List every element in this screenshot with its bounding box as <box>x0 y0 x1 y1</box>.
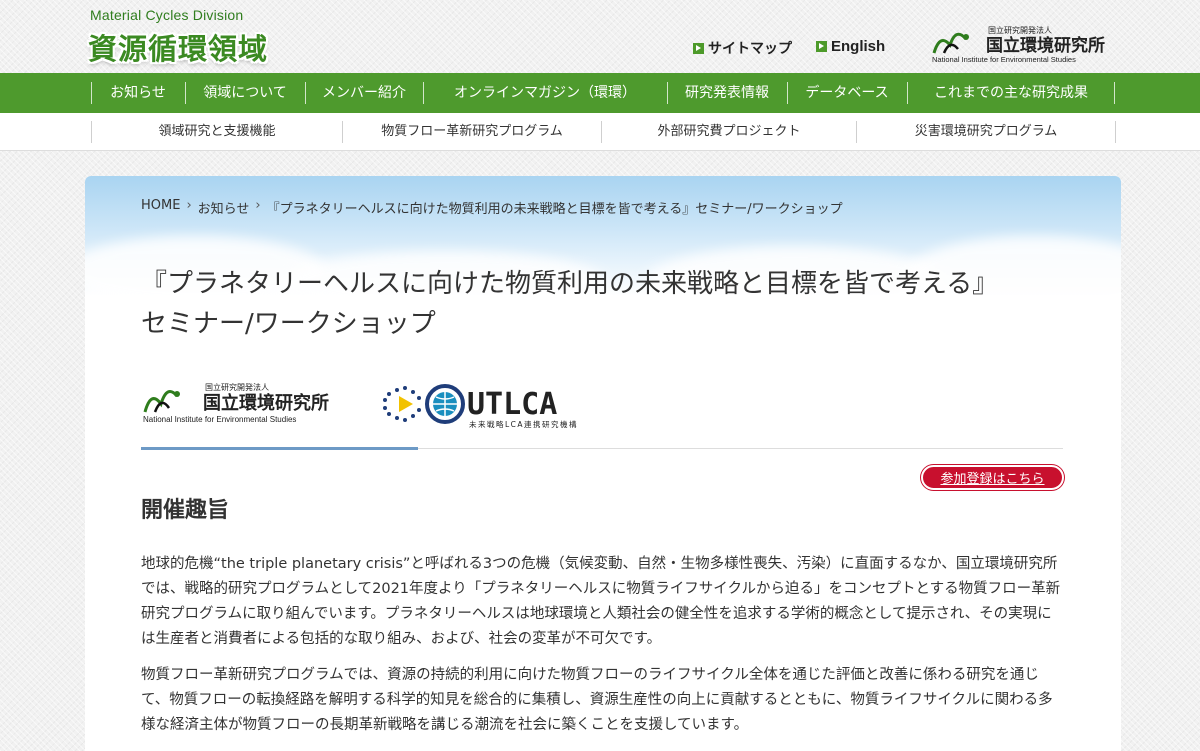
nav-item-news[interactable]: お知らせ <box>92 73 184 113</box>
site-subtitle: Material Cycles Division <box>90 7 244 23</box>
nies-logo-header[interactable]: 国立研究開発法人 国立環境研究所 National Institute for … <box>930 23 1120 65</box>
utlca-logo: UTLCA 未来戦略LCA連携研究機構 <box>383 384 578 429</box>
nav-item-database[interactable]: データベース <box>788 73 906 113</box>
utlca-name: UTLCA <box>467 387 557 422</box>
sitemap-link[interactable]: サイトマップ <box>693 38 792 58</box>
register-button[interactable]: 参加登録はこちら <box>921 465 1064 490</box>
primary-nav: お知らせ 領域について メンバー紹介 オンラインマガジン（環環） 研究発表情報 … <box>0 73 1200 113</box>
divider-accent <box>141 447 418 450</box>
page-title-line: セミナー/ワークショップ <box>141 309 436 339</box>
chevron-right-icon: › <box>255 198 261 213</box>
nies-jp-small: 国立研究開発法人 <box>205 382 269 392</box>
site-title-logo[interactable]: 資源循環領域 <box>88 26 268 68</box>
subnav-item-disaster-program[interactable]: 災害環境研究プログラム <box>857 113 1115 151</box>
subnav-item-external-projects[interactable]: 外部研究費プロジェクト <box>602 113 856 151</box>
subnav-item-division-research[interactable]: 領域研究と支援機能 <box>92 113 342 151</box>
breadcrumb-news[interactable]: お知らせ <box>198 198 250 217</box>
nies-logo: 国立研究開発法人 国立環境研究所 National Institute for … <box>143 382 329 424</box>
english-label: English <box>831 38 886 55</box>
utlca-mark-icon <box>383 384 465 424</box>
site-header: Material Cycles Division 資源循環領域 サイトマップ E… <box>0 0 1200 73</box>
breadcrumb: HOME › お知らせ › 『プラネタリーヘルスに向けた物質利用の未来戦略と目標… <box>141 198 843 217</box>
nies-jp-small: 国立研究開発法人 <box>988 25 1052 35</box>
nav-item-magazine[interactable]: オンラインマガジン（環環） <box>424 73 666 113</box>
nies-en-name: National Institute for Environmental Stu… <box>932 55 1076 64</box>
nies-jp-name: 国立環境研究所 <box>203 392 329 414</box>
utlca-sub: 未来戦略LCA連携研究機構 <box>469 419 578 429</box>
partner-logos: 国立研究開発法人 国立環境研究所 National Institute for … <box>143 382 578 429</box>
main-content: HOME › お知らせ › 『プラネタリーヘルスに向けた物質利用の未来戦略と目標… <box>85 176 1121 751</box>
nies-jp-name: 国立環境研究所 <box>986 35 1105 56</box>
nav-item-publications[interactable]: 研究発表情報 <box>668 73 786 113</box>
nies-mark-icon <box>932 32 969 54</box>
arrow-right-icon <box>816 41 827 52</box>
nav-separator <box>1114 82 1115 104</box>
subnav-item-material-flow-program[interactable]: 物質フロー革新研究プログラム <box>343 113 601 151</box>
arrow-right-icon <box>693 42 704 54</box>
breadcrumb-home[interactable]: HOME <box>141 198 180 217</box>
section-heading: 開催趣旨 <box>141 498 230 523</box>
secondary-nav: 領域研究と支援機能 物質フロー革新研究プログラム 外部研究費プロジェクト 災害環… <box>0 113 1200 151</box>
paragraph: 地球的危機“the triple planetary crisis”と呼ばれる3… <box>141 556 1061 647</box>
nav-separator <box>1115 121 1116 143</box>
paragraph: 物質フロー革新研究プログラムでは、資源の持続的利用に向けた物質フローのライフサイ… <box>141 667 1053 733</box>
nies-en-name: National Institute for Environmental Stu… <box>143 415 296 424</box>
breadcrumb-current: 『プラネタリーヘルスに向けた物質利用の未来戦略と目標を皆で考える』セミナー/ワー… <box>266 202 843 217</box>
english-link[interactable]: English <box>816 38 885 55</box>
chevron-right-icon: › <box>186 198 192 213</box>
nies-mark-icon <box>143 390 180 413</box>
page-title-line: 『プラネタリーヘルスに向けた物質利用の未来戦略と目標を皆で考える』 <box>141 269 999 299</box>
nav-item-members[interactable]: メンバー紹介 <box>306 73 422 113</box>
sitemap-label: サイトマップ <box>708 41 792 57</box>
page-title: 『プラネタリーヘルスに向けた物質利用の未来戦略と目標を皆で考える』 セミナー/ワ… <box>141 264 1081 344</box>
nav-item-achievements[interactable]: これまでの主な研究成果 <box>908 73 1114 113</box>
nav-item-about[interactable]: 領域について <box>186 73 304 113</box>
